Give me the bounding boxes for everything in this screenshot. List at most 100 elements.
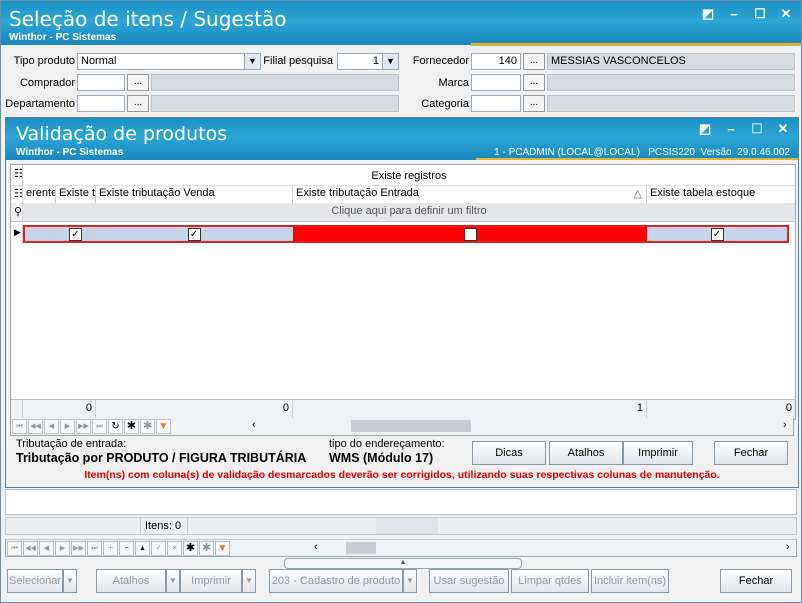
restore-layout-icon[interactable]: ◩	[698, 121, 712, 136]
atalhos-dropdown-icon[interactable]: ▼	[166, 569, 180, 593]
cancel-record-icon[interactable]: ✕	[167, 541, 182, 556]
post-record-icon[interactable]: ✓	[151, 541, 166, 556]
grid-cell-checkbox[interactable]: ✓	[56, 227, 96, 241]
grid-cell-error[interactable]	[293, 227, 647, 241]
column-header[interactable]: Existe tabela estoque	[647, 185, 795, 203]
chevron-down-icon[interactable]: ▼	[244, 54, 260, 69]
asterisk-clear-icon[interactable]: ✱	[199, 541, 214, 556]
incluir-itens-button[interactable]: Incluir item(ns)	[591, 569, 669, 593]
scroll-right-icon[interactable]: ›	[786, 541, 790, 553]
grid-cell[interactable]	[25, 227, 56, 241]
marca-search-button[interactable]: ...	[523, 74, 545, 91]
last-record-icon[interactable]: ⏭	[92, 419, 107, 434]
next-page-icon[interactable]: ▶▶	[76, 419, 91, 434]
grid-footer-totals: 0 0 1 0	[11, 399, 795, 419]
window-title: Seleção de itens / Sugestão	[9, 7, 287, 31]
checkbox-unchecked[interactable]	[463, 228, 477, 241]
restore-layout-icon[interactable]: ◩	[701, 6, 715, 21]
fornecedor-search-button[interactable]: ...	[523, 53, 545, 70]
categoria-input[interactable]	[471, 95, 521, 112]
departamento-input[interactable]	[77, 95, 125, 112]
next-page-icon[interactable]: ▶▶	[71, 541, 86, 556]
fechar-button[interactable]: Fechar	[720, 569, 792, 593]
next-record-icon[interactable]: ▶	[60, 419, 75, 434]
main-titlebar[interactable]: Seleção de itens / Sugestão Winthor - PC…	[1, 1, 801, 45]
prev-page-icon[interactable]: ◀◀	[28, 419, 43, 434]
departamento-search-button[interactable]: ...	[127, 95, 149, 112]
cadastro-produto-button[interactable]: 203 - Cadastro de produto	[269, 569, 403, 593]
main-window: Seleção de itens / Sugestão Winthor - PC…	[0, 0, 802, 603]
accent-line	[471, 43, 801, 46]
dicas-button[interactable]: Dicas	[472, 441, 546, 465]
first-record-icon[interactable]: ⏮	[7, 541, 22, 556]
scroll-right-icon[interactable]: ›	[783, 419, 787, 431]
column-header[interactable]: Existe t	[56, 185, 96, 203]
limpar-qtdes-button[interactable]: Limpar qtdes	[511, 569, 589, 593]
column-header[interactable]: erente	[23, 185, 56, 203]
column-header[interactable]: Existe tributação Venda	[96, 185, 293, 203]
comprador-input[interactable]	[77, 74, 125, 91]
categoria-search-button[interactable]: ...	[523, 95, 545, 112]
close-icon[interactable]: ✕	[776, 121, 790, 136]
checkbox-checked[interactable]: ✓	[69, 228, 82, 241]
dialog-accent-line	[476, 158, 798, 160]
validation-grid[interactable]: ☷ Existe registros ☷ erente Existe t Exi…	[10, 164, 796, 420]
selecionar-dropdown-icon[interactable]: ▼	[63, 569, 77, 593]
prev-record-icon[interactable]: ◀	[39, 541, 54, 556]
filter-row[interactable]: ⚲ Clique aqui para definir um filtro	[11, 203, 795, 222]
usar-sugestao-button[interactable]: Usar sugestão	[429, 569, 509, 593]
delete-record-icon[interactable]: −	[119, 541, 134, 556]
tipo-produto-select[interactable]: Normal ▼	[77, 53, 261, 70]
filter-funnel-icon[interactable]: ▼	[156, 419, 171, 434]
asterisk-icon[interactable]: ✱	[124, 419, 139, 434]
dialog-titlebar[interactable]: Validação de produtos Winthor - PC Siste…	[6, 118, 798, 160]
column-chooser-icon[interactable]: ☷	[11, 165, 23, 185]
cadastro-dropdown-icon[interactable]: ▼	[403, 569, 417, 593]
maximize-icon[interactable]: ☐	[750, 121, 764, 136]
close-icon[interactable]: ✕	[779, 6, 793, 21]
row-indicator-icon: ▶	[11, 225, 23, 243]
filter-funnel-icon[interactable]: ▼	[215, 541, 230, 556]
next-record-icon[interactable]: ▶	[55, 541, 70, 556]
imprimir-dropdown-icon[interactable]: ▼	[242, 569, 256, 593]
imprimir-toolbar-button[interactable]: Imprimir	[180, 569, 242, 593]
fechar-dialog-button[interactable]: Fechar	[714, 441, 788, 465]
atalhos-button[interactable]: Atalhos	[549, 441, 623, 465]
column-chooser-icon[interactable]: ☷	[11, 185, 23, 203]
minimize-icon[interactable]: −	[727, 7, 741, 22]
main-grid-area[interactable]	[5, 489, 797, 515]
filial-select[interactable]: 1 ▼	[337, 53, 399, 70]
asterisk-clear-icon[interactable]: ✱	[140, 419, 155, 434]
chevron-down-icon[interactable]: ▼	[382, 54, 398, 69]
minimize-icon[interactable]: −	[724, 122, 738, 137]
grid-cell-checkbox[interactable]: ✓	[96, 227, 293, 241]
horizontal-scrollbar-thumb[interactable]	[351, 420, 471, 432]
refresh-icon[interactable]: ↻	[108, 419, 123, 434]
grid-cell-checkbox[interactable]: ✓	[647, 227, 787, 241]
fornecedor-code-input[interactable]: 140	[471, 53, 521, 70]
scroll-left-icon[interactable]: ‹	[314, 541, 318, 553]
asterisk-icon[interactable]: ✱	[183, 541, 198, 556]
atalhos-toolbar-button[interactable]: Atalhos	[96, 569, 166, 593]
splitter-handle[interactable]: ▲	[284, 558, 522, 569]
prev-page-icon[interactable]: ◀◀	[23, 541, 38, 556]
maximize-icon[interactable]: ☐	[753, 6, 767, 21]
main-status-bar: Itens: 0	[5, 517, 797, 535]
total-cell: 0	[23, 400, 96, 419]
table-row[interactable]: ▶ ✓ ✓ ✓	[11, 225, 795, 243]
edit-record-icon[interactable]: ▲	[135, 541, 150, 556]
items-count: Itens: 0	[140, 518, 188, 534]
first-record-icon[interactable]: ⏮	[12, 419, 27, 434]
marca-input[interactable]	[471, 74, 521, 91]
checkbox-checked[interactable]: ✓	[187, 228, 201, 241]
horizontal-scrollbar-thumb[interactable]	[346, 542, 376, 554]
add-record-icon[interactable]: ＋	[103, 541, 118, 556]
selecionar-button[interactable]: Selecionar	[7, 569, 63, 593]
imprimir-button[interactable]: Imprimir	[623, 441, 693, 465]
checkbox-checked[interactable]: ✓	[710, 228, 724, 241]
scroll-left-icon[interactable]: ‹	[252, 419, 256, 431]
column-header-sorted[interactable]: Existe tributação Entrada △	[293, 185, 647, 203]
prev-record-icon[interactable]: ◀	[44, 419, 59, 434]
comprador-search-button[interactable]: ...	[127, 74, 149, 91]
last-record-icon[interactable]: ⏭	[87, 541, 102, 556]
